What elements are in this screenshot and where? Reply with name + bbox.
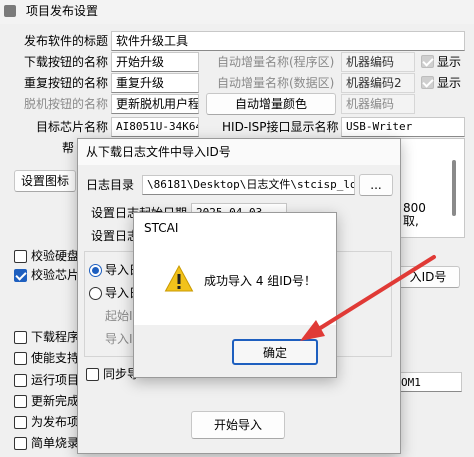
annotation-arrow xyxy=(300,255,436,341)
arrow-shaft xyxy=(312,255,436,334)
arrow-head xyxy=(300,320,325,341)
